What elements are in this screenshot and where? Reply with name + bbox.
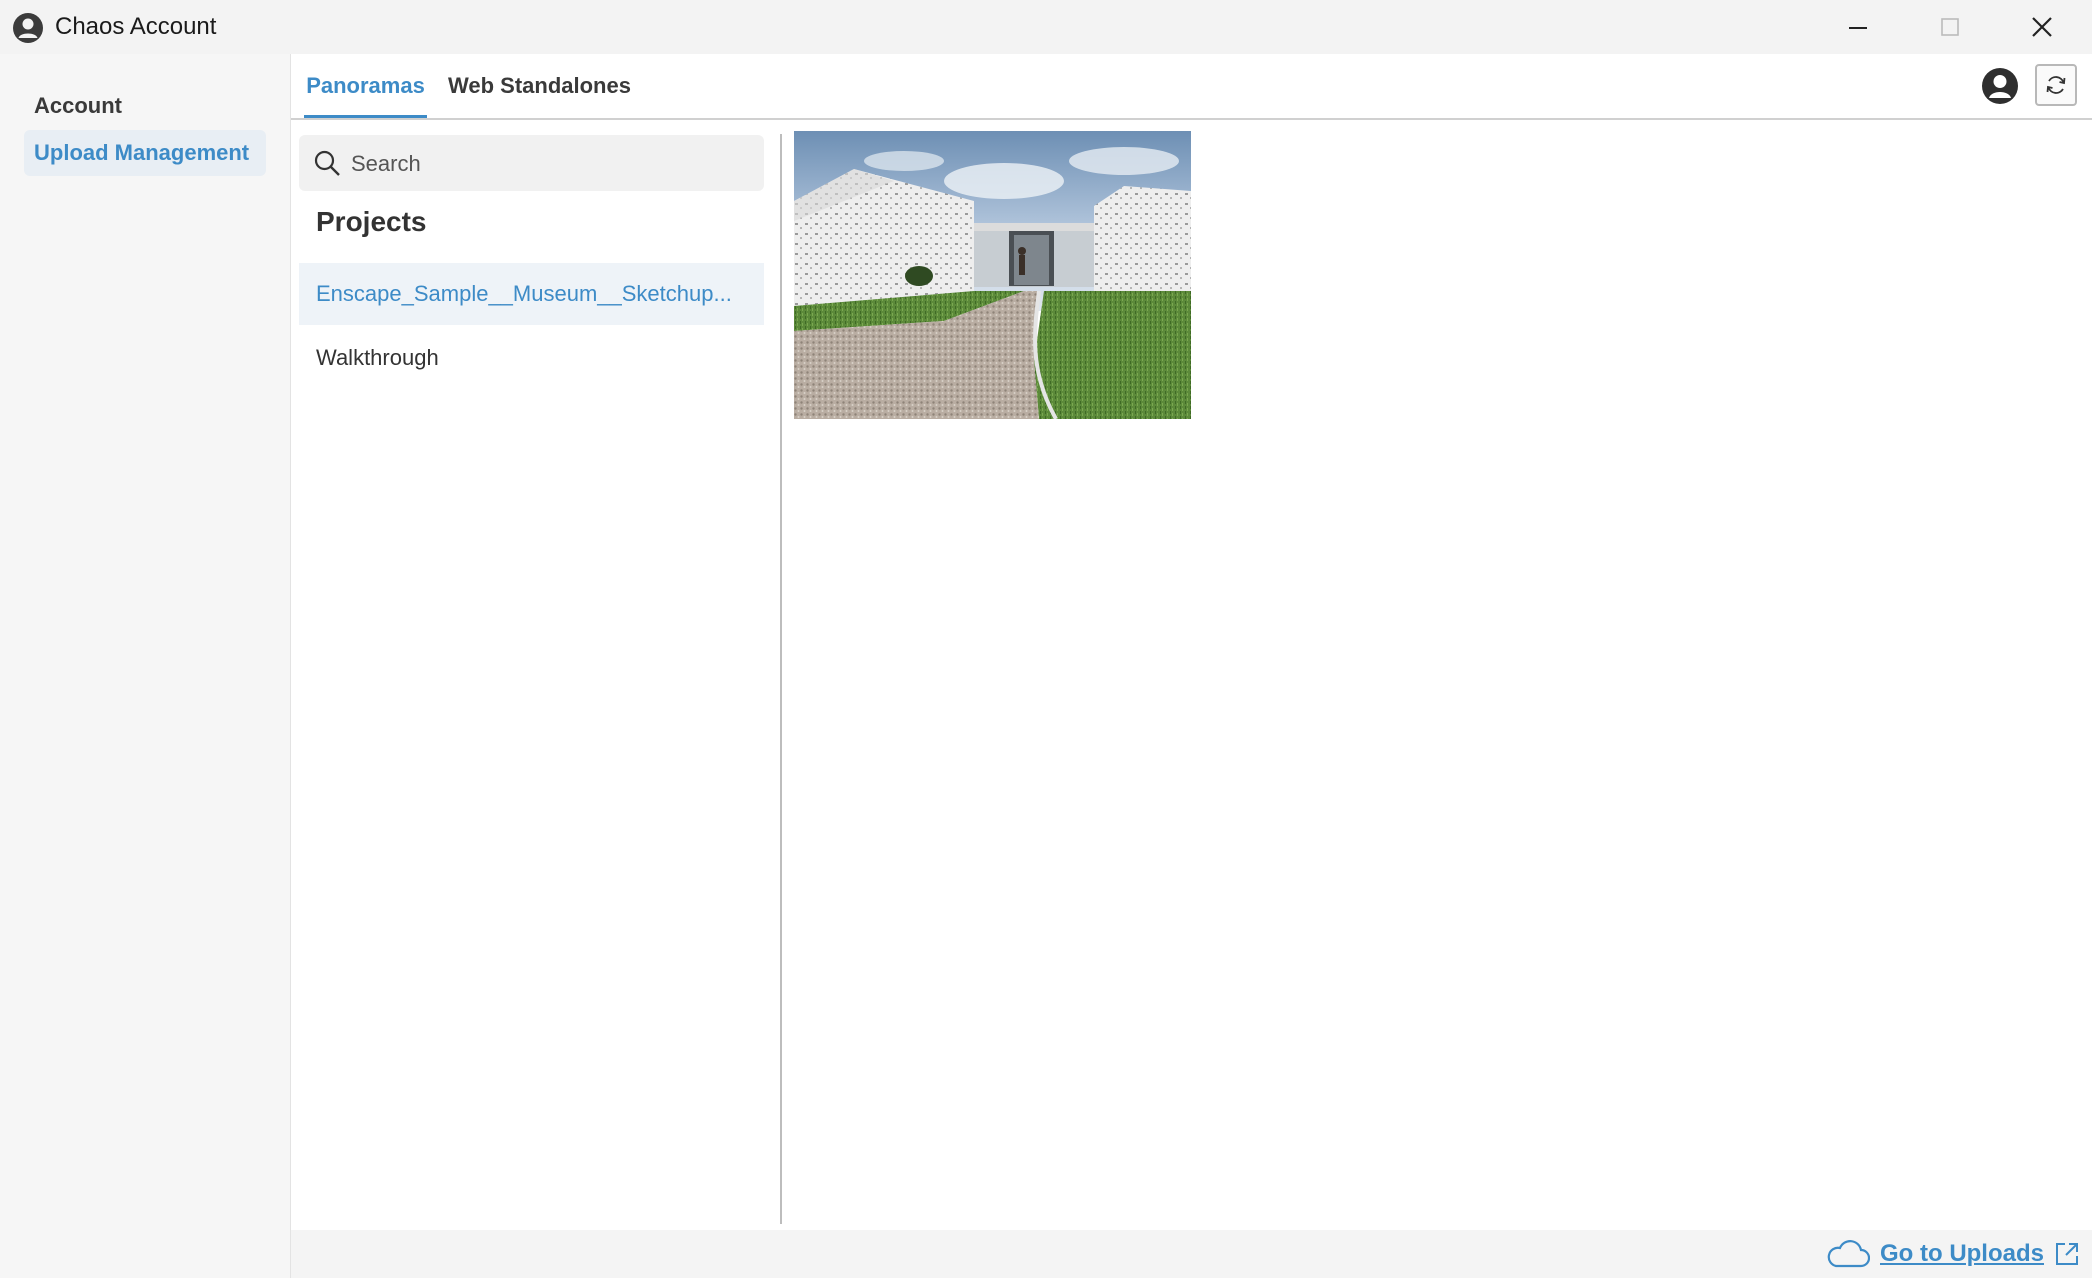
refresh-icon bbox=[2046, 76, 2066, 94]
panorama-thumbnail[interactable] bbox=[794, 131, 1191, 419]
minimize-button[interactable] bbox=[1812, 0, 1904, 54]
nav-item-upload-management[interactable]: Upload Management bbox=[24, 130, 266, 176]
search-icon bbox=[314, 150, 340, 176]
tab-web-standalones[interactable]: Web Standalones bbox=[448, 54, 631, 118]
user-circle-icon[interactable] bbox=[1981, 67, 2019, 105]
window-title: Chaos Account bbox=[55, 13, 217, 40]
maximize-button[interactable] bbox=[1904, 0, 1996, 54]
refresh-button[interactable] bbox=[2035, 64, 2077, 106]
user-circle-icon bbox=[13, 13, 43, 43]
search-box bbox=[299, 135, 764, 193]
main-panel: Panoramas Web Standalones Projects Ensca bbox=[291, 54, 2092, 1278]
tab-label: Panoramas bbox=[306, 73, 425, 98]
projects-heading: Projects bbox=[316, 206, 427, 237]
nav-item-account[interactable]: Account bbox=[24, 83, 266, 129]
close-button[interactable] bbox=[1996, 0, 2088, 54]
tab-bar: Panoramas Web Standalones bbox=[291, 54, 2092, 120]
project-item[interactable]: Walkthrough bbox=[299, 327, 764, 389]
search-input[interactable] bbox=[349, 135, 753, 193]
left-navigation: Account Upload Management bbox=[0, 54, 291, 1278]
project-item[interactable]: Enscape_Sample__Museum__Sketchup... bbox=[299, 263, 764, 325]
panel-divider[interactable] bbox=[780, 134, 782, 1224]
cloud-icon bbox=[1827, 1240, 1870, 1268]
close-icon bbox=[2032, 17, 2052, 37]
panorama-image bbox=[794, 131, 1191, 419]
nav-item-label: Upload Management bbox=[34, 140, 250, 165]
go-to-uploads-link[interactable]: Go to Uploads bbox=[1826, 1239, 2080, 1269]
external-link-icon bbox=[2056, 1243, 2078, 1265]
tab-panoramas[interactable]: Panoramas bbox=[304, 54, 427, 118]
go-to-uploads-label[interactable]: Go to Uploads bbox=[1880, 1240, 2044, 1268]
title-bar: Chaos Account bbox=[0, 0, 2092, 54]
tab-label: Web Standalones bbox=[448, 73, 631, 98]
minimize-icon bbox=[1849, 27, 1867, 29]
maximize-icon bbox=[1941, 18, 1959, 36]
footer-bar: Go to Uploads bbox=[291, 1230, 2092, 1278]
nav-item-label: Account bbox=[34, 93, 122, 118]
